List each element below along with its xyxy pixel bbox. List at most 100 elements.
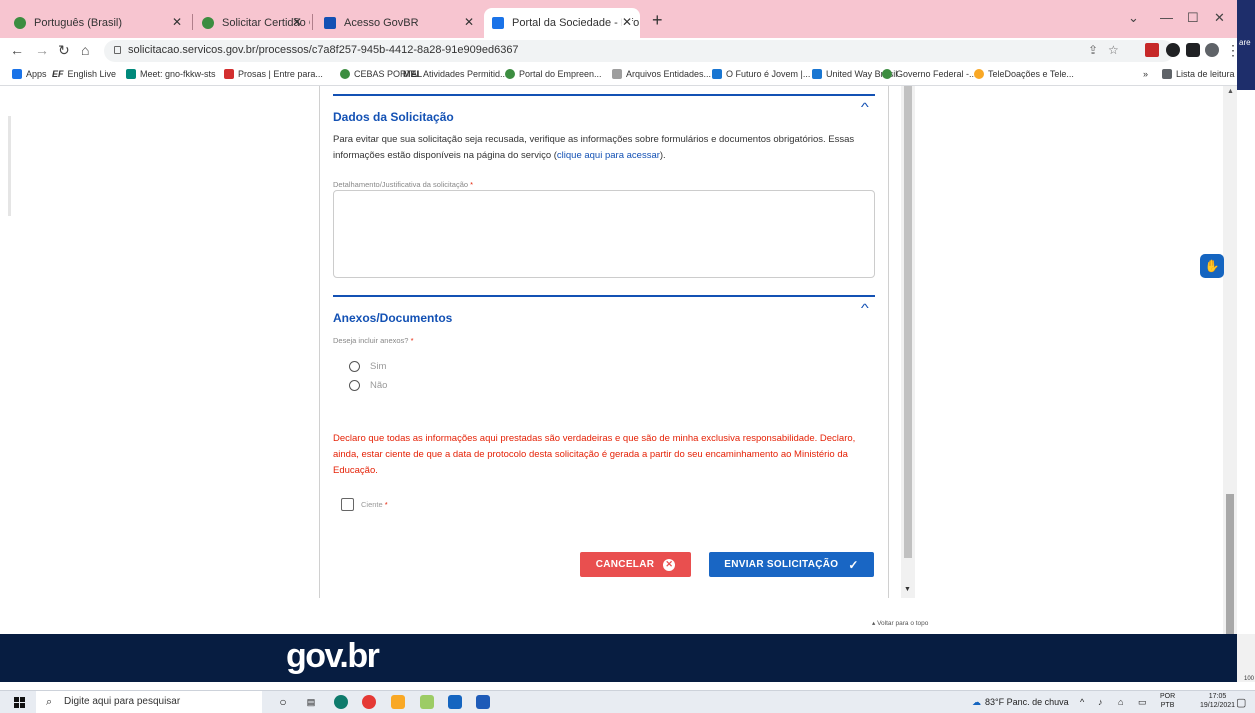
ef-logo: EF — [52, 69, 64, 79]
chevron-up-icon[interactable]: ^ — [861, 301, 869, 315]
site-footer: gov.br — [0, 634, 1237, 682]
close-icon[interactable]: ✕ — [621, 15, 632, 29]
bookmark-meet[interactable]: Meet: gno-fkkw-sts — [126, 69, 216, 79]
radio-label: Sim — [370, 361, 387, 372]
cancel-button[interactable]: CANCELAR ✕ — [580, 552, 691, 577]
task-view-icon[interactable]: ▤ — [304, 695, 318, 709]
back-arrow-icon[interactable]: ← — [10, 42, 24, 58]
language-code: POR — [1160, 693, 1176, 700]
outlook-icon[interactable] — [448, 695, 462, 709]
star-icon[interactable]: ☆ — [1108, 43, 1119, 57]
radio-label: Não — [370, 380, 388, 391]
govbr-logo[interactable]: gov.br — [286, 637, 380, 676]
menu-dots-icon[interactable]: ⋮ — [1226, 42, 1240, 59]
bookmark-portal-empreendedor[interactable]: Portal do Empreen... — [505, 69, 602, 79]
weather-text[interactable]: 83°F Panc. de chuva — [985, 697, 1069, 707]
bookmark-label: Arquivos Entidades... — [626, 69, 712, 79]
bookmark-apps[interactable]: Apps — [12, 69, 47, 79]
back-to-top-link[interactable]: ▴ Voltar para o topo — [872, 619, 928, 627]
globe-icon — [505, 69, 515, 79]
extension-icon[interactable] — [1166, 43, 1180, 57]
pdf-extension-icon[interactable] — [1145, 43, 1159, 57]
bookmark-futuro-jovem[interactable]: O Futuro é Jovem |... — [712, 69, 810, 79]
radio-nao[interactable]: Não — [349, 380, 387, 391]
address-bar[interactable]: solicitacao.servicos.gov.br/processos/c7… — [104, 40, 1174, 62]
tab-acesso-govbr[interactable]: Acesso GovBR ✕ — [316, 8, 482, 38]
cortana-icon[interactable]: ○ — [276, 695, 290, 709]
bookmark-label: TeleDoações e Tele... — [988, 69, 1074, 79]
taskbar-search-input[interactable]: ⌕ Digite aqui para pesquisar — [36, 691, 262, 713]
puzzle-icon[interactable] — [1186, 43, 1200, 57]
maximize-icon[interactable]: ☐ — [1187, 10, 1199, 26]
close-icon[interactable]: ✕ — [464, 15, 474, 29]
ciente-checkbox-row[interactable]: Ciente * — [341, 498, 388, 511]
language-indicator[interactable]: POR PTB — [1160, 692, 1175, 710]
scroll-down-arrow-icon[interactable]: ▼ — [904, 586, 911, 593]
close-window-icon[interactable]: ✕ — [1214, 10, 1225, 26]
tab-label: Português (Brasil) — [34, 17, 123, 29]
bookmark-prosas[interactable]: Prosas | Entre para... — [224, 69, 323, 79]
accessibility-hand-icon[interactable]: ✋ — [1200, 254, 1224, 278]
windows-start-icon[interactable] — [14, 697, 25, 708]
tab-solicitar-certidao[interactable]: Solicitar Certidão CEBAS-Educaç ✕ — [194, 8, 310, 38]
volume-icon[interactable]: ♪ — [1098, 697, 1103, 707]
search-placeholder: Digite aqui para pesquisar — [64, 696, 181, 707]
tab-portal-sociedade[interactable]: Portal da Sociedade - Informar D ✕ — [484, 8, 640, 38]
radio-sim[interactable]: Sim — [349, 361, 386, 372]
radio-circle[interactable] — [349, 380, 360, 391]
bookmark-label: Apps — [26, 69, 47, 79]
taskbar-clock[interactable]: 17:05 19/12/2021 — [1200, 692, 1235, 710]
image-icon — [712, 69, 722, 79]
reading-list[interactable]: Lista de leitura — [1162, 69, 1235, 79]
app-icon[interactable] — [420, 695, 434, 709]
bookmark-atividades[interactable]: MEI Atividades Permitid... — [403, 69, 508, 79]
bookmark-label: Meet: gno-fkkw-sts — [140, 69, 216, 79]
send-request-button[interactable]: ENVIAR SOLICITAÇÃO ✓ — [709, 552, 874, 577]
language-layout: PTB — [1160, 702, 1175, 709]
close-icon[interactable]: ✕ — [292, 15, 302, 29]
inner-scrollbar-thumb[interactable] — [904, 86, 912, 558]
bookmark-arquivos[interactable]: Arquivos Entidades... — [612, 69, 711, 79]
battery-icon[interactable]: ▭ — [1138, 697, 1147, 708]
chevron-down-icon[interactable]: ⌄ — [1128, 10, 1139, 26]
bookmark-governo-federal[interactable]: Governo Federal -... — [882, 69, 977, 79]
zoom-level: 100 — [1244, 676, 1255, 682]
required-mark: * — [410, 336, 414, 345]
reload-icon[interactable]: ↻ — [58, 42, 70, 59]
network-icon[interactable]: ⌂ — [1118, 697, 1123, 707]
justification-textarea[interactable] — [333, 190, 875, 278]
close-icon[interactable]: ✕ — [172, 15, 182, 29]
bookmark-label: Atividades Permitid... — [423, 69, 508, 79]
radio-circle[interactable] — [349, 361, 360, 372]
home-icon[interactable]: ⌂ — [81, 42, 89, 58]
chevron-up-tray-icon[interactable]: ^ — [1080, 697, 1084, 707]
section-title-anexos: Anexos/Documentos — [333, 311, 453, 325]
page-scrollbar-thumb[interactable] — [1226, 494, 1234, 634]
minimize-icon[interactable]: — — [1160, 10, 1173, 25]
field-label-text: Deseja incluir anexos? — [333, 336, 409, 345]
reading-list-label: Lista de leitura — [1176, 69, 1235, 79]
more-bookmarks-icon[interactable]: » — [1143, 69, 1148, 79]
notification-icon[interactable]: ▢ — [1236, 696, 1246, 709]
send-button-label: ENVIAR SOLICITAÇÃO — [724, 559, 839, 570]
ciente-checkbox[interactable] — [341, 498, 354, 511]
url-text: solicitacao.servicos.gov.br/processos/c7… — [128, 44, 519, 56]
bookmark-english-live[interactable]: EF English Live — [52, 69, 116, 79]
file-explorer-icon[interactable] — [391, 695, 405, 709]
chrome-icon[interactable] — [362, 695, 376, 709]
forward-arrow-icon[interactable]: → — [35, 42, 49, 58]
word-icon[interactable] — [476, 695, 490, 709]
info-text-end: ). — [659, 150, 666, 161]
service-page-link[interactable]: clique aqui para acessar — [557, 150, 660, 161]
tab-portugues[interactable]: Português (Brasil) ✕ — [6, 8, 190, 38]
edge-icon[interactable] — [334, 695, 348, 709]
tab-label: Portal da Sociedade - Informar D — [512, 17, 640, 29]
share-icon[interactable]: ⇪ — [1088, 43, 1098, 57]
ciente-label: Ciente — [361, 500, 383, 509]
required-mark: * — [470, 180, 474, 189]
profile-avatar[interactable] — [1205, 43, 1219, 57]
bookmark-teledoacoes[interactable]: TeleDoações e Tele... — [974, 69, 1074, 79]
chevron-up-icon[interactable]: ^ — [861, 100, 869, 114]
new-tab-button[interactable]: + — [652, 11, 663, 29]
scroll-up-arrow-icon[interactable]: ▲ — [1227, 88, 1234, 95]
